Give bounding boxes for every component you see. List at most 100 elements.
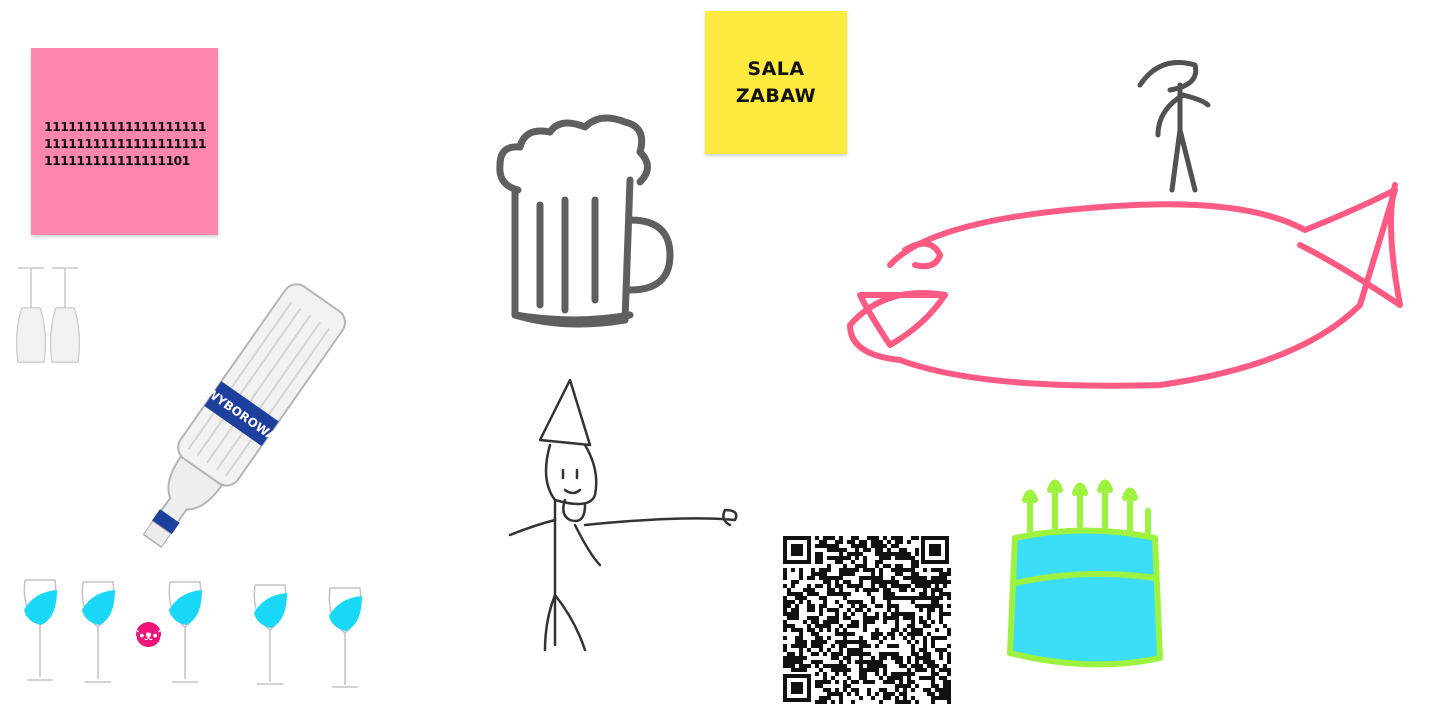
birthday-cake-drawing[interactable] xyxy=(1000,478,1170,678)
qr-module xyxy=(819,552,823,556)
qr-module xyxy=(931,684,935,688)
qr-module xyxy=(895,624,899,628)
qr-module xyxy=(931,588,935,592)
qr-module xyxy=(939,636,943,640)
qr-module xyxy=(823,620,827,624)
qr-module xyxy=(919,580,923,584)
qr-module xyxy=(903,692,907,696)
qr-module xyxy=(795,668,799,672)
qr-module xyxy=(819,624,823,628)
qr-module xyxy=(879,572,883,576)
qr-module xyxy=(831,548,835,552)
qr-module xyxy=(847,584,851,588)
qr-module xyxy=(851,560,855,564)
qr-module xyxy=(935,672,939,676)
qr-module xyxy=(871,620,875,624)
qr-module xyxy=(839,668,843,672)
qr-module xyxy=(935,696,939,700)
qr-module xyxy=(883,680,887,684)
qr-module xyxy=(927,692,931,696)
qr-module xyxy=(791,592,795,596)
qr-module xyxy=(827,580,831,584)
qr-module xyxy=(783,600,787,604)
qr-module xyxy=(923,640,927,644)
qr-module xyxy=(891,656,895,660)
qr-module xyxy=(851,680,855,684)
qr-module xyxy=(843,668,847,672)
qr-module xyxy=(879,656,883,660)
qr-module xyxy=(911,564,915,568)
qr-module xyxy=(927,584,931,588)
fish-drawing[interactable] xyxy=(840,180,1415,400)
qr-module xyxy=(835,640,839,644)
sticky-note-pink[interactable]: 1111111111111111111111111111111111111111… xyxy=(31,48,218,235)
qr-module xyxy=(815,672,819,676)
qr-module xyxy=(915,580,919,584)
qr-module xyxy=(939,592,943,596)
qr-module xyxy=(927,688,931,692)
qr-module xyxy=(855,552,859,556)
qr-module xyxy=(871,632,875,636)
qr-module xyxy=(823,680,827,684)
qr-module xyxy=(875,552,879,556)
qr-module xyxy=(839,696,843,700)
qr-module xyxy=(943,648,947,652)
qr-module xyxy=(859,640,863,644)
qr-module xyxy=(835,580,839,584)
qr-module xyxy=(943,612,947,616)
qr-module xyxy=(823,652,827,656)
qr-module xyxy=(783,628,787,632)
qr-module xyxy=(815,660,819,664)
qr-module xyxy=(879,640,883,644)
qr-module xyxy=(907,584,911,588)
qr-module xyxy=(911,696,915,700)
qr-module xyxy=(895,556,899,560)
qr-module xyxy=(931,676,935,680)
qr-module xyxy=(879,676,883,680)
qr-module xyxy=(859,552,863,556)
qr-module xyxy=(787,624,791,628)
beer-mug-drawing[interactable] xyxy=(490,114,685,335)
qr-module xyxy=(787,664,791,668)
qr-module xyxy=(895,552,899,556)
qr-module xyxy=(891,616,895,620)
qr-module xyxy=(791,652,795,656)
qr-module xyxy=(891,576,895,580)
qr-module xyxy=(831,556,835,560)
qr-module xyxy=(895,596,899,600)
qr-module xyxy=(911,648,915,652)
qr-module xyxy=(891,552,895,556)
qr-module xyxy=(855,692,859,696)
qr-module xyxy=(891,636,895,640)
qr-module xyxy=(815,624,819,628)
qr-module xyxy=(835,620,839,624)
qr-module xyxy=(903,696,907,700)
qr-module xyxy=(883,656,887,660)
empty-wine-glasses[interactable] xyxy=(10,262,90,372)
qr-module xyxy=(947,680,951,684)
qr-module xyxy=(919,616,923,620)
qr-module xyxy=(919,596,923,600)
qr-code[interactable] xyxy=(783,536,951,704)
qr-module xyxy=(839,572,843,576)
qr-module xyxy=(947,696,951,700)
stick-figure-drawing[interactable] xyxy=(1135,55,1220,200)
qr-module xyxy=(835,628,839,632)
sticky-note-yellow[interactable]: SALA ZABAW xyxy=(705,11,847,154)
qr-module xyxy=(919,632,923,636)
qr-module xyxy=(927,612,931,616)
qr-module xyxy=(931,600,935,604)
qr-module xyxy=(787,652,791,656)
blue-drink-glasses[interactable] xyxy=(15,570,375,695)
qr-module xyxy=(867,664,871,668)
bear-icon[interactable]: ʕ•ᴥ•ʔ xyxy=(132,622,165,647)
qr-module xyxy=(815,620,819,624)
vodka-bottle[interactable]: WYBOROWA xyxy=(80,280,380,580)
qr-module xyxy=(799,644,803,648)
qr-module xyxy=(839,540,843,544)
qr-module xyxy=(911,580,915,584)
qr-module xyxy=(839,556,843,560)
qr-module xyxy=(839,584,843,588)
qr-module xyxy=(843,572,847,576)
wizard-figure-drawing[interactable] xyxy=(505,375,745,660)
